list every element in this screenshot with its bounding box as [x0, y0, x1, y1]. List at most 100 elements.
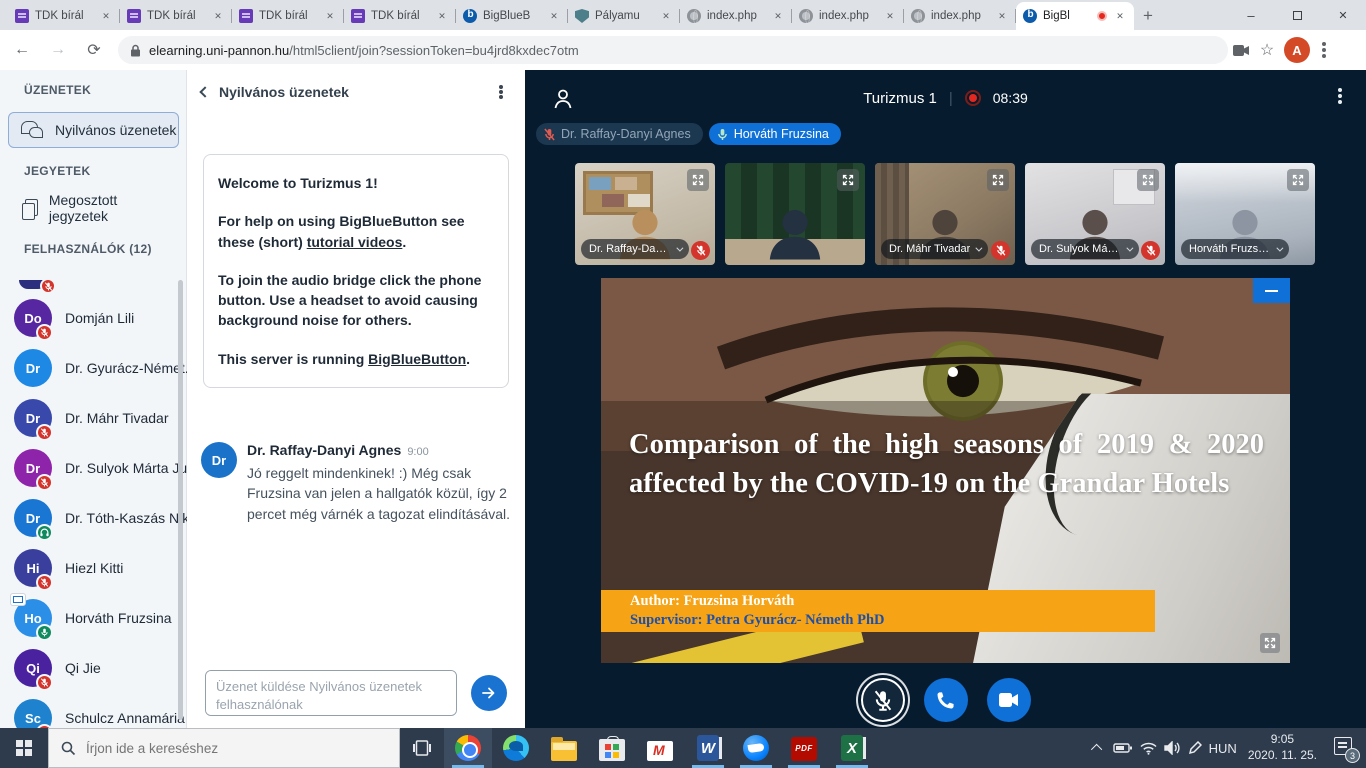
webcam-name-tag[interactable]: Dr. Raffay-Danyi ... — [581, 239, 689, 259]
user-list-item[interactable]: Do Domján Lili — [0, 293, 187, 343]
battery-icon[interactable] — [1113, 742, 1133, 754]
browser-tab[interactable]: index.php — [792, 2, 904, 30]
taskbar-app-icon[interactable] — [444, 728, 492, 768]
browser-tab[interactable]: TDK bírál — [8, 2, 120, 30]
webcam-name-tag[interactable]: Dr. Sulyok Márta ... — [1031, 239, 1139, 259]
language-indicator[interactable]: HUN — [1209, 741, 1237, 756]
webcam-video[interactable]: Strack Flórián — [725, 163, 865, 265]
taskbar-clock[interactable]: 9:05 2020. 11. 25. — [1248, 732, 1317, 763]
send-message-button[interactable] — [471, 675, 507, 711]
tab-close-icon[interactable] — [323, 9, 337, 23]
browser-tab[interactable]: TDK bírál — [232, 2, 344, 30]
browser-tab[interactable]: index.php — [904, 2, 1016, 30]
browser-tab[interactable]: index.php — [680, 2, 792, 30]
fullscreen-expand-icon[interactable] — [1137, 169, 1159, 191]
webcam-name-tag[interactable]: Horváth Fruzsina — [1181, 239, 1289, 259]
meeting-options-menu-icon[interactable] — [1338, 94, 1342, 98]
taskbar-app-icon[interactable] — [636, 728, 684, 768]
webcam-video[interactable]: Dr. Sulyok Márta ... — [1025, 163, 1165, 265]
browser-tab[interactable]: Pályamu — [568, 2, 680, 30]
user-list-item[interactable]: Ho Horváth Fruzsina — [0, 593, 187, 643]
presentation-area[interactable]: Comparison of the high seasons of 2019 &… — [601, 278, 1290, 663]
webcam-share-button[interactable] — [987, 678, 1031, 722]
chat-options-menu-icon[interactable] — [499, 90, 503, 94]
recording-indicator-icon[interactable] — [965, 90, 981, 106]
bigbluebutton-link[interactable]: BigBlueButton — [368, 351, 466, 367]
tab-close-icon[interactable] — [659, 9, 673, 23]
presentation-fullscreen-icon[interactable] — [1260, 633, 1280, 653]
tab-close-icon[interactable] — [99, 9, 113, 23]
presentation-minimize-button[interactable] — [1253, 278, 1290, 303]
app-icon-glyph — [697, 735, 719, 761]
user-list-item[interactable]: Dr Dr. Gyurácz-Német... — [0, 343, 187, 393]
window-restore-button[interactable] — [1274, 0, 1320, 30]
browser-menu-icon[interactable] — [1322, 48, 1326, 52]
tab-close-icon[interactable] — [995, 9, 1009, 23]
start-button[interactable] — [0, 728, 48, 768]
webcam-video[interactable]: Dr. Máhr Tivadar — [875, 163, 1015, 265]
user-list-scrollbar[interactable] — [178, 280, 183, 720]
tutorial-videos-link[interactable]: tutorial videos — [307, 234, 403, 250]
avatar-initials: Dr — [26, 511, 40, 526]
fullscreen-expand-icon[interactable] — [987, 169, 1009, 191]
volume-icon[interactable] — [1164, 741, 1181, 755]
back-button[interactable] — [8, 36, 36, 64]
browser-tab[interactable]: TDK bírál — [120, 2, 232, 30]
user-list-item[interactable]: Hi Hiezl Kitti — [0, 543, 187, 593]
tab-close-icon[interactable] — [771, 9, 785, 23]
bookmark-star-icon[interactable]: ☆ — [1254, 37, 1280, 63]
search-input[interactable] — [86, 741, 366, 756]
sidebar-item-shared-notes[interactable]: Megosztott jegyzetek — [8, 190, 179, 226]
fullscreen-expand-icon[interactable] — [1287, 169, 1309, 191]
webcam-video[interactable]: Dr. Raffay-Danyi ... — [575, 163, 715, 265]
chat-back-chevron-icon[interactable] — [199, 86, 210, 97]
wifi-icon[interactable] — [1140, 742, 1157, 755]
browser-tab[interactable]: TDK bírál — [344, 2, 456, 30]
user-list-item[interactable]: Sc Schulcz Annamária — [0, 693, 187, 728]
reload-button[interactable] — [80, 36, 108, 64]
tab-favicon — [463, 9, 477, 23]
taskbar-app-icon[interactable] — [828, 728, 876, 768]
user-list-item[interactable]: Dr Dr. Tóth-Kaszás Nik... — [0, 493, 187, 543]
mute-toggle-button[interactable] — [861, 678, 905, 722]
user-list-item[interactable]: Dr Dr. Máhr Tivadar — [0, 393, 187, 443]
window-close-button[interactable] — [1320, 0, 1366, 30]
browser-profile-avatar[interactable]: A — [1284, 37, 1310, 63]
audio-join-button[interactable] — [924, 678, 968, 722]
user-list-item[interactable]: Qi Qi Jie — [0, 643, 187, 693]
sidebar-item-public-chat[interactable]: Nyilvános üzenetek — [8, 112, 179, 148]
tab-close-icon[interactable] — [883, 9, 897, 23]
taskbar-app-icon[interactable] — [780, 728, 828, 768]
forward-button[interactable] — [44, 36, 72, 64]
webcam-name-tag[interactable]: Dr. Máhr Tivadar — [881, 239, 988, 259]
chat-message-input[interactable] — [205, 670, 457, 716]
tab-close-icon[interactable] — [1113, 9, 1127, 23]
tab-close-icon[interactable] — [435, 9, 449, 23]
tab-close-icon[interactable] — [211, 9, 225, 23]
new-tab-button[interactable] — [1134, 2, 1162, 30]
pen-icon[interactable] — [1188, 741, 1202, 755]
webcam-video[interactable]: Horváth Fruzsina — [1175, 163, 1315, 265]
task-view-button[interactable] — [400, 728, 444, 768]
action-center-button[interactable]: 3 — [1332, 737, 1358, 759]
taskbar-search-box[interactable] — [48, 728, 400, 768]
browser-toolbar: elearning.uni-pannon.hu/html5client/join… — [0, 30, 1366, 70]
talker-pill[interactable]: Dr. Raffay-Danyi Agnes — [536, 123, 703, 145]
tab-title: index.php — [707, 10, 765, 22]
browser-tab[interactable]: BigBl — [1016, 2, 1134, 30]
user-list-item[interactable]: Dr Dr. Sulyok Márta Ju... — [0, 443, 187, 493]
taskbar-app-icon[interactable] — [588, 728, 636, 768]
tray-chevron-up-icon[interactable] — [1091, 744, 1102, 755]
taskbar-app-icon[interactable] — [732, 728, 780, 768]
camera-in-use-icon[interactable] — [1228, 37, 1254, 63]
address-bar[interactable]: elearning.uni-pannon.hu/html5client/join… — [118, 36, 1228, 64]
fullscreen-expand-icon[interactable] — [837, 169, 859, 191]
browser-tab[interactable]: BigBlueB — [456, 2, 568, 30]
taskbar-app-icon[interactable] — [492, 728, 540, 768]
tab-close-icon[interactable] — [547, 9, 561, 23]
fullscreen-expand-icon[interactable] — [687, 169, 709, 191]
taskbar-app-icon[interactable] — [540, 728, 588, 768]
window-minimize-button[interactable] — [1228, 0, 1274, 30]
taskbar-app-icon[interactable] — [684, 728, 732, 768]
talker-pill[interactable]: Horváth Fruzsina — [709, 123, 841, 145]
